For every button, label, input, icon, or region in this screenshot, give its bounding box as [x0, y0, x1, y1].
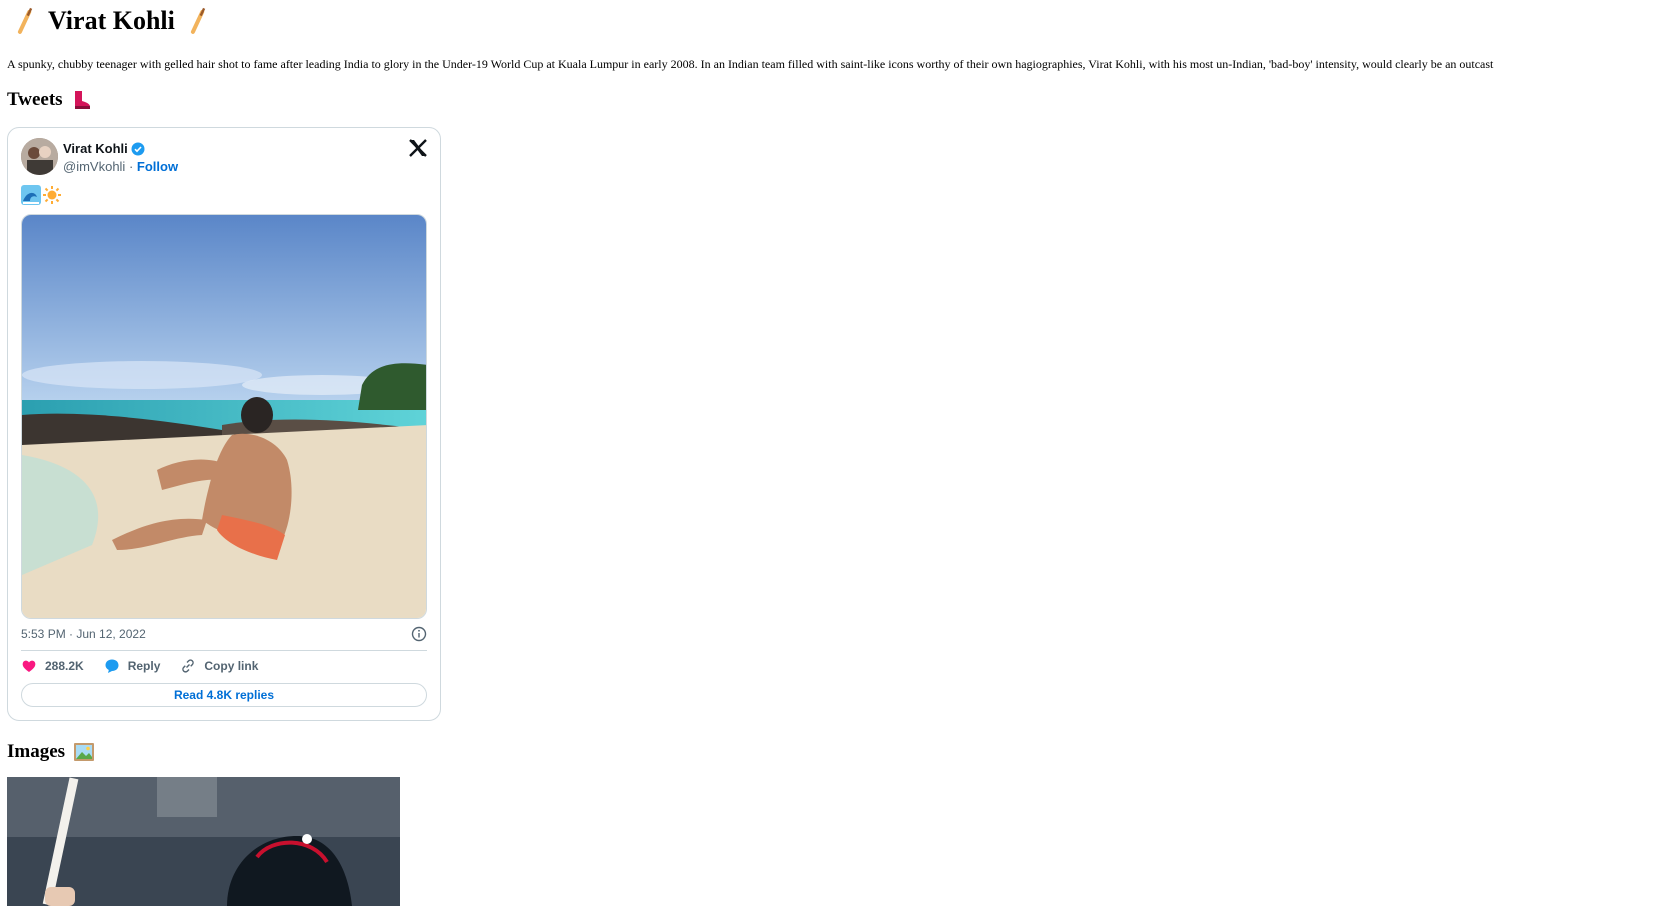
follow-link[interactable]: Follow	[137, 159, 178, 174]
tweets-heading-label: Tweets	[7, 89, 63, 110]
tweets-heading: Tweets	[7, 89, 93, 111]
read-replies-button[interactable]: Read 4.8K replies	[21, 683, 427, 707]
handle-separator: ·	[128, 159, 134, 174]
wave-icon	[21, 185, 41, 205]
beach-photo	[22, 215, 426, 618]
copy-link-button[interactable]: Copy link	[180, 658, 258, 674]
author-handle[interactable]: @imVkohli	[63, 159, 125, 174]
verified-badge-icon	[131, 142, 145, 155]
like-button[interactable]: 288.2K	[21, 658, 84, 674]
sun-icon	[43, 186, 61, 204]
author-name-text: Virat Kohli	[63, 141, 128, 156]
cricket-bat-icon	[190, 7, 206, 34]
x-logo-icon[interactable]	[408, 138, 428, 158]
boot-icon	[74, 91, 90, 109]
intro-paragraph: A spunky, chubby teenager with gelled ha…	[7, 57, 1494, 71]
page-title: Virat Kohli	[48, 6, 175, 35]
tweet-photo[interactable]	[21, 214, 427, 619]
framed-picture-icon	[74, 743, 95, 761]
handle-row: @imVkohli · Follow	[63, 159, 178, 174]
tweet-text	[21, 185, 62, 205]
cricket-photo	[7, 777, 400, 906]
reply-label: Reply	[127, 659, 161, 673]
tweet-divider	[21, 650, 427, 651]
speech-bubble-icon	[105, 659, 119, 673]
tweet-actions: 288.2K Reply Copy link	[21, 658, 258, 674]
like-count: 288.2K	[45, 659, 84, 673]
reply-button[interactable]: Reply	[104, 658, 161, 674]
copy-link-label: Copy link	[204, 659, 259, 673]
gallery-image[interactable]	[7, 777, 400, 906]
heart-icon	[22, 660, 36, 672]
info-icon[interactable]	[411, 626, 427, 642]
cricket-bat-icon	[17, 7, 33, 34]
author-avatar[interactable]	[21, 138, 58, 175]
page-heading: Virat Kohli	[14, 6, 209, 36]
tweet-card[interactable]: Virat Kohli @imVkohli · Follow 5:53 PM ·…	[7, 127, 441, 721]
images-heading: Images	[7, 741, 95, 763]
link-icon	[182, 659, 195, 673]
author-name[interactable]: Virat Kohli	[63, 141, 145, 156]
images-heading-label: Images	[7, 741, 66, 762]
tweet-timestamp[interactable]: 5:53 PM · Jun 12, 2022	[21, 627, 146, 641]
